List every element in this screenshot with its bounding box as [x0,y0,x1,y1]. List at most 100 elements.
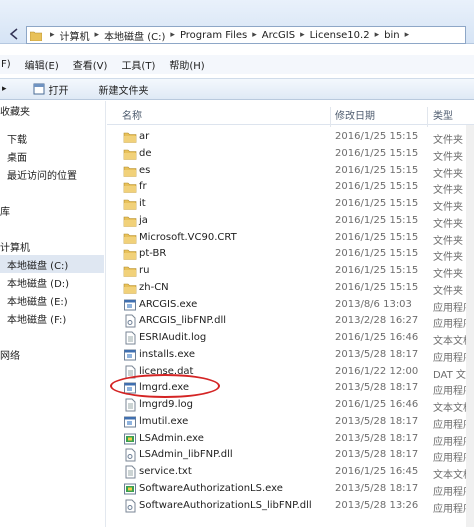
file-name: pt-BR [139,248,167,260]
vertical-scrollbar[interactable] [466,125,474,527]
file-row[interactable]: license.dat 2016/1/22 12:00 DAT 文件 [107,364,474,381]
breadcrumb-item[interactable]: bin [384,30,399,41]
file-name: SoftwareAuthorizationLS.exe [139,482,283,494]
file-name: license.dat [139,365,194,377]
breadcrumb-item[interactable]: ArcGIS [262,30,295,41]
file-date: 2016/1/25 15:15 [335,281,419,293]
nav-item[interactable]: 本地磁盘 (D:) [0,273,69,291]
back-arrow-icon[interactable] [8,28,20,40]
file-row[interactable]: de 2016/1/25 15:15 文件夹 [107,146,474,163]
file-row[interactable]: LSAdmin.exe 2013/5/28 18:17 应用程序 [107,431,474,448]
file-date: 2013/5/28 18:17 [335,432,419,444]
file-date: 2013/2/28 16:27 [335,315,419,327]
file-date: 2016/1/25 15:15 [335,181,419,193]
file-row[interactable]: lmgrd.exe 2013/5/28 18:17 应用程序 [107,380,474,397]
file-name: ar [139,131,150,142]
file-name: ARCGIS_libFNP.dll [139,315,227,327]
file-date: 2016/1/25 15:15 [335,147,419,159]
file-row[interactable]: zh-CN 2016/1/25 15:15 文件夹 [107,280,474,297]
file-row[interactable]: installs.exe 2013/5/28 18:17 应用程序 [107,347,474,364]
open-button[interactable]: 打开 [27,79,75,99]
file-row[interactable]: service.txt 2016/1/25 16:45 文本文档 [107,464,474,481]
folder-icon [123,247,137,261]
file-row[interactable]: lmgrd9.log 2016/1/25 16:46 文本文档 [107,397,474,414]
text-file-icon [123,331,137,345]
menu-item[interactable]: F) [1,59,11,70]
breadcrumb-chevron-icon[interactable]: ▸ [252,30,257,40]
file-row[interactable]: SoftwareAuthorizationLS.exe 2013/5/28 18:… [107,481,474,498]
file-row[interactable]: pt-BR 2016/1/25 15:15 文件夹 [107,246,474,263]
file-name: installs.exe [139,348,196,360]
file-type: 文件夹 [433,151,463,163]
file-row[interactable]: it 2016/1/25 15:15 文件夹 [107,196,474,213]
nav-item[interactable]: 网络 [0,345,20,363]
menu-item[interactable]: 帮助(H) [169,57,204,72]
menu-item[interactable]: 查看(V) [73,57,108,72]
file-row[interactable]: ja 2016/1/25 15:15 文件夹 [107,213,474,230]
file-row[interactable]: Microsoft.VC90.CRT 2016/1/25 15:15 文件夹 [107,230,474,247]
nav-item[interactable]: 最近访问的位置 [0,165,77,183]
file-row[interactable]: lmutil.exe 2013/5/28 18:17 应用程序 [107,414,474,431]
file-date: 2013/8/6 13:03 [335,298,412,310]
column-divider[interactable] [330,107,331,127]
file-name: lmgrd9.log [139,399,193,410]
breadcrumb-chevron-icon[interactable]: ▸ [95,30,100,40]
breadcrumb-item[interactable]: License10.2 [310,30,370,41]
menu-bar: F) 编辑(E) 查看(V) 工具(T) 帮助(H) [0,55,474,74]
breadcrumb-chevron-icon[interactable]: ▸ [405,30,410,40]
menu-item[interactable]: 工具(T) [121,57,155,72]
nav-item[interactable]: 本地磁盘 (E:) [0,291,68,309]
new-folder-label: 新建文件夹 [98,85,149,97]
column-date[interactable]: 修改日期 [335,107,375,122]
file-row[interactable]: ESRIAudit.log 2016/1/25 16:46 文本文档 [107,330,474,347]
folder-icon [123,281,137,295]
dll-icon [123,448,137,462]
column-divider[interactable] [427,107,428,127]
nav-item[interactable]: 本地磁盘 (F:) [0,309,66,327]
file-name: LSAdmin_libFNP.dll [139,449,233,461]
nav-item-label: 桌面 [7,152,27,164]
address-bar-area: ▸ 计算机 ▸ 本地磁盘 (C:) ▸ Program Files ▸ ArcGIS ▸ Lice… [0,0,474,44]
file-row[interactable]: ru 2016/1/25 15:15 文件夹 [107,263,474,280]
nav-item[interactable]: 计算机 [0,237,30,255]
nav-item[interactable]: 库 [0,201,10,219]
nav-item-label: 收藏夹 [0,106,30,118]
file-type: 文件夹 [433,185,463,197]
breadcrumb-chevron-icon[interactable]: ▸ [375,30,380,40]
menu-item[interactable]: 编辑(E) [25,57,59,72]
file-date: 2013/5/28 18:17 [335,348,419,360]
file-row[interactable]: ARCGIS_libFNP.dll 2013/2/28 16:27 应用程序 [107,313,474,330]
file-row[interactable]: LSAdmin_libFNP.dll 2013/5/28 18:17 应用程序 [107,447,474,464]
nav-item[interactable]: 本地磁盘 (C:) [0,255,104,273]
file-name: ru [139,265,150,276]
file-row[interactable]: ARCGIS.exe 2013/8/6 13:03 应用程序 [107,297,474,314]
file-type: 文件夹 [433,269,463,280]
breadcrumb-item[interactable]: 计算机 [60,28,90,43]
breadcrumb-item[interactable]: 本地磁盘 (C:) [104,28,165,43]
file-row[interactable]: es 2016/1/25 15:15 文件夹 [107,163,474,180]
file-date: 2013/5/28 18:17 [335,415,419,427]
organize-chevron-icon[interactable]: ▸ [2,84,7,94]
exe-icon [123,298,137,312]
breadcrumb-chevron-icon[interactable]: ▸ [300,30,305,40]
file-type: 文件夹 [433,135,463,146]
nav-item[interactable]: 下载 [0,129,27,147]
file-row[interactable]: SoftwareAuthorizationLS_libFNP.dll 2013/5… [107,498,474,515]
folder-icon [30,31,42,41]
file-date: 2013/5/28 13:26 [335,499,419,511]
new-folder-button[interactable]: 新建文件夹 [93,79,155,99]
column-name[interactable]: 名称 [122,107,142,122]
file-type: 文件夹 [433,285,463,297]
nav-item[interactable]: 桌面 [0,147,27,165]
column-type[interactable]: 类型 [433,107,453,122]
address-bar[interactable]: ▸ 计算机 ▸ 本地磁盘 (C:) ▸ Program Files ▸ ArcGIS ▸ Lice… [26,26,466,44]
breadcrumb-chevron-icon[interactable]: ▸ [50,30,55,40]
file-date: 2013/5/28 18:17 [335,382,419,394]
open-label: 打开 [48,85,69,97]
file-row[interactable]: fr 2016/1/25 15:15 文件夹 [107,179,474,197]
nav-item[interactable]: 收藏夹 [0,101,30,119]
file-row[interactable]: ar 2016/1/25 15:15 文件夹 [107,129,474,146]
file-date: 2016/1/25 15:15 [335,231,419,243]
breadcrumb-chevron-icon[interactable]: ▸ [170,30,175,40]
breadcrumb-item[interactable]: Program Files [180,30,247,41]
